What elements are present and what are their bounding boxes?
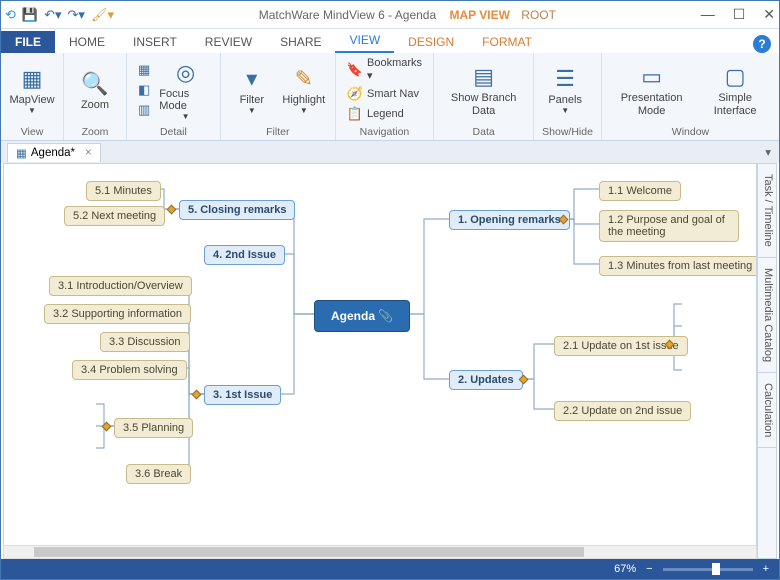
ribbon: ▦MapView▼ View 🔍Zoom Zoom ▦ ◧ ▥ ◎Focus M…: [1, 53, 779, 141]
node-supporting[interactable]: 3.2 Supporting information: [44, 304, 191, 324]
help-button[interactable]: ?: [753, 35, 771, 53]
detail-1-button[interactable]: ▦: [135, 61, 153, 79]
node-problem[interactable]: 3.4 Problem solving: [72, 360, 187, 380]
node-planning[interactable]: 3.5 Planning: [114, 418, 193, 438]
node-opening-remarks[interactable]: 1. Opening remarks: [449, 210, 570, 230]
detail-2-button[interactable]: ◧: [135, 81, 153, 99]
side-panels: Task / Timeline Multimedia Catalog Calcu…: [757, 163, 777, 559]
tab-format[interactable]: FORMAT: [468, 31, 546, 53]
node-closing[interactable]: 5. Closing remarks: [179, 200, 295, 220]
presentation-icon: ▭: [637, 62, 667, 92]
tab-review[interactable]: REVIEW: [191, 31, 266, 53]
tab-menu-icon[interactable]: ▾: [765, 145, 771, 159]
node-purpose[interactable]: 1.2 Purpose and goal of the meeting: [599, 210, 739, 242]
redo-icon[interactable]: ↷▾: [68, 7, 85, 23]
tab-design[interactable]: DESIGN: [394, 31, 468, 53]
filter-icon: ▾: [237, 64, 267, 94]
show-branch-data-button[interactable]: ▤Show Branch Data: [442, 62, 525, 116]
node-discussion[interactable]: 3.3 Discussion: [100, 332, 190, 352]
node-minutes[interactable]: 5.1 Minutes: [86, 181, 161, 201]
document-tab-bar: ▦ Agenda* × ▾: [1, 141, 779, 163]
undo-icon[interactable]: ↶▾: [44, 7, 61, 23]
sidetab-multimedia[interactable]: Multimedia Catalog: [758, 258, 776, 373]
bookmarks-button[interactable]: 🔖Bookmarks ▾: [344, 56, 425, 83]
focus-icon: ◎: [171, 58, 201, 88]
document-tab[interactable]: ▦ Agenda* ×: [7, 143, 101, 162]
close-button[interactable]: ✕: [763, 6, 775, 23]
node-minutes-last[interactable]: 1.3 Minutes from last meeting: [599, 256, 757, 276]
horizontal-scrollbar[interactable]: [3, 545, 757, 559]
sidetab-calculation[interactable]: Calculation: [758, 373, 776, 448]
tab-home[interactable]: HOME: [55, 31, 119, 53]
tab-view[interactable]: VIEW: [335, 29, 394, 53]
tab-file[interactable]: FILE: [1, 31, 55, 53]
ribbon-tabs: FILE HOME INSERT REVIEW SHARE VIEW DESIG…: [1, 29, 779, 53]
detail-3-button[interactable]: ▥: [135, 101, 153, 119]
presentation-mode-button[interactable]: ▭Presentation Mode: [610, 62, 693, 116]
smart-nav-button[interactable]: 🧭Smart Nav: [344, 85, 425, 103]
mapview-icon: ▦: [17, 64, 47, 94]
quick-access-toolbar: ⟲ 💾 ↶▾ ↷▾ 🖌▾: [5, 7, 114, 23]
save-icon[interactable]: 💾: [22, 7, 38, 23]
legend-button[interactable]: 📋Legend: [344, 105, 425, 123]
node-update2[interactable]: 2.2 Update on 2nd issue: [554, 401, 691, 421]
filter-button[interactable]: ▾Filter▼: [229, 64, 275, 115]
node-2nd-issue[interactable]: 4. 2nd Issue: [204, 245, 285, 265]
focus-mode-button[interactable]: ◎Focus Mode▼: [159, 58, 212, 121]
expand-joint[interactable]: [102, 422, 112, 432]
canvas[interactable]: Agenda 📎 1. Opening remarks 1.1 Welcome …: [3, 163, 757, 559]
node-next-meeting[interactable]: 5.2 Next meeting: [64, 206, 165, 226]
simple-icon: ▢: [720, 62, 750, 92]
title-bar: ⟲ 💾 ↶▾ ↷▾ 🖌▾ MatchWare MindView 6 - Agen…: [1, 1, 779, 29]
zoom-slider[interactable]: [663, 568, 753, 571]
expand-joint[interactable]: [167, 205, 177, 215]
close-tab-icon[interactable]: ×: [85, 147, 92, 159]
minimize-button[interactable]: —: [701, 6, 715, 23]
panels-button[interactable]: ☰Panels▼: [542, 64, 588, 115]
node-break[interactable]: 3.6 Break: [126, 464, 191, 484]
node-updates[interactable]: 2. Updates: [449, 370, 523, 390]
sidetab-task[interactable]: Task / Timeline: [758, 164, 776, 258]
mapview-button[interactable]: ▦MapView▼: [9, 64, 55, 115]
highlight-button[interactable]: ✎Highlight▼: [281, 64, 327, 115]
tab-share[interactable]: SHARE: [266, 31, 335, 53]
status-bar: 67% − +: [1, 559, 779, 579]
maximize-button[interactable]: ☐: [733, 6, 746, 23]
tab-insert[interactable]: INSERT: [119, 31, 191, 53]
node-intro[interactable]: 3.1 Introduction/Overview: [49, 276, 192, 296]
panels-icon: ☰: [550, 64, 580, 94]
data-icon: ▤: [469, 62, 499, 92]
zoom-inButtonBox[interactable]: +: [763, 563, 769, 575]
app-icon: ⟲: [5, 7, 16, 23]
zoom-out-button[interactable]: −: [646, 563, 652, 575]
doc-icon: ▦: [16, 146, 27, 160]
expand-joint[interactable]: [192, 390, 202, 400]
zoom-icon: 🔍: [80, 69, 110, 99]
node-1st-issue[interactable]: 3. 1st Issue: [204, 385, 281, 405]
highlight-icon: ✎: [289, 64, 319, 94]
window-title: MatchWare MindView 6 - Agenda MAP VIEW R…: [114, 8, 701, 22]
node-root[interactable]: Agenda 📎: [314, 300, 410, 332]
simple-interface-button[interactable]: ▢Simple Interface: [699, 62, 771, 116]
zoom-button[interactable]: 🔍Zoom: [72, 69, 118, 111]
zoom-level: 67%: [614, 563, 636, 575]
style-icon[interactable]: 🖌▾: [91, 7, 114, 23]
node-welcome[interactable]: 1.1 Welcome: [599, 181, 681, 201]
